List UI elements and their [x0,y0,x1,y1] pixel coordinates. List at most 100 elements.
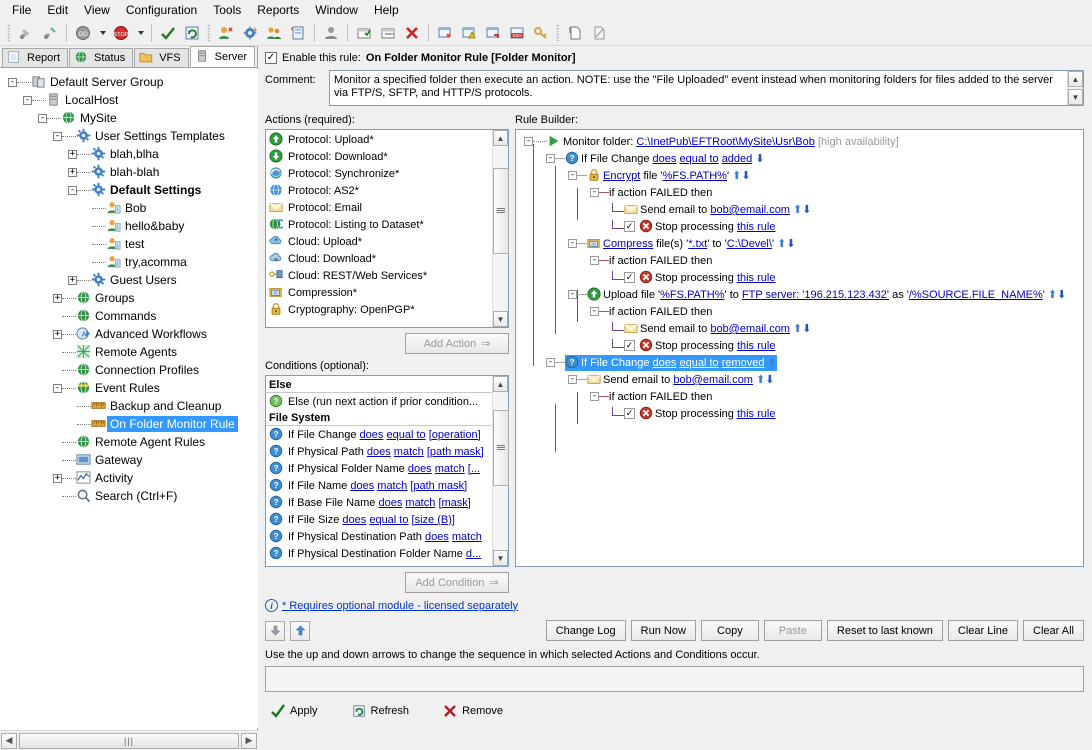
rule-builder-row[interactable]: -Monitor folder: C:\InetPub\EFTRoot\MySi… [516,133,1083,150]
menu-item-file[interactable]: File [4,1,39,19]
action-list-item[interactable]: Cloud: REST/Web Services* [266,267,492,284]
rule-expander-icon[interactable]: - [568,239,577,248]
rule-builder-row[interactable]: Send email to bob@email.com ⬆⬇ [516,320,1083,337]
action-list-item[interactable]: Compression* [266,284,492,301]
tree-horizontal-scrollbar[interactable]: ◀ ||| ▶ [0,730,258,750]
stop-dropdown[interactable] [134,22,146,44]
rule-builder-row[interactable]: -if action FAILED then [516,303,1083,320]
add-group-icon[interactable] [263,22,285,44]
check-icon[interactable] [157,22,179,44]
inline-link[interactable]: added [722,153,753,165]
add-user-icon[interactable] [215,22,237,44]
move-down-icon[interactable]: ⬇ [765,374,774,386]
conditions-scroll-down-icon[interactable]: ▼ [493,550,508,566]
conditions-scroll-up-icon[interactable]: ▲ [493,376,508,392]
action-list-item[interactable]: Protocol: Upload* [266,131,492,148]
move-up-icon[interactable]: ⬆ [768,357,777,369]
inline-link[interactable]: *.txt [688,238,707,250]
delete-icon[interactable] [401,22,423,44]
condition-list-item[interactable]: ?If File Change does equal to [operation… [266,426,492,443]
refresh-icon[interactable] [181,22,203,44]
sidebar-item-default-settings[interactable]: -Default Settings [0,181,258,199]
condition-list-item[interactable]: ?If Base File Name does match [mask] [266,494,492,511]
action-list-item[interactable]: Cloud: Upload* [266,233,492,250]
action-list-item[interactable]: Protocol: AS2* [266,182,492,199]
inline-link[interactable]: FTP server: '196.215.123.432' [742,289,889,301]
clear-all-button[interactable]: Clear All [1023,620,1084,641]
inline-link[interactable]: [size (B)] [412,514,455,526]
tree-expander-icon[interactable]: - [68,186,77,195]
inline-link[interactable]: match [435,463,465,475]
rule-row-content[interactable]: if action FAILED then [609,391,712,403]
action-list-item[interactable]: Protocol: Download* [266,148,492,165]
add-condition-button[interactable]: Add Condition ⇒ [405,572,509,593]
refresh-button[interactable]: Refresh [352,704,410,718]
conditions-scroll-thumb[interactable] [493,410,509,486]
license-note[interactable]: * Requires optional module - licensed se… [282,600,518,612]
move-up-icon[interactable]: ⬆ [756,374,765,386]
rule-builder-row[interactable]: - Encrypt file '%FS.PATH%' ⬆⬇ [516,167,1083,184]
sidebar-item-connection-profiles[interactable]: Connection Profiles [0,361,258,379]
comment-box[interactable]: Monitor a specified folder then execute … [329,70,1084,106]
inline-link[interactable]: C:\InetPub\EFTRoot\MySite\Usr\Bob [636,136,815,148]
stop-processing-checkbox[interactable]: ✓ [624,221,635,232]
rule-expander-icon[interactable]: - [590,256,599,265]
stop-processing-checkbox[interactable]: ✓ [624,272,635,283]
move-up-icon[interactable]: ⬆ [777,238,786,250]
inline-link[interactable]: match [452,531,482,543]
rule-row-content[interactable]: Compress file(s) '*.txt' to 'C:\Devel\' … [587,236,796,252]
scroll-left-button[interactable]: ◀ [1,733,17,749]
rule-builder-row[interactable]: -if action FAILED then [516,252,1083,269]
sidebar-item-event-rules[interactable]: -Event Rules [0,379,258,397]
rule-builder-row[interactable]: ✓Stop processing this rule [516,269,1083,286]
sidebar-item-blah-blah[interactable]: +blah-blah [0,163,258,181]
tree-expander-icon[interactable]: + [68,150,77,159]
rule-expander-icon[interactable]: - [546,358,555,367]
inline-link[interactable]: equal to [386,429,425,441]
tree-expander-icon[interactable]: + [53,474,62,483]
server-tree[interactable]: -Default Server Group-LocalHost-MySite-U… [0,69,258,728]
action-list-item[interactable]: Protocol: Synchronize* [266,165,492,182]
actions-list[interactable]: Protocol: Upload*Protocol: Download*Prot… [265,129,509,328]
inline-link[interactable]: does [408,463,432,475]
menu-item-window[interactable]: Window [307,1,366,19]
conditions-list[interactable]: Else?Else (run next action if prior cond… [265,375,509,567]
condition-list-item[interactable]: ?If Physical Folder Name does match [... [266,460,492,477]
inline-link[interactable]: /%SOURCE.FILE_NAME% [909,289,1043,301]
report-green-icon[interactable] [434,22,456,44]
toolbar-grip[interactable] [7,24,11,42]
key-icon[interactable] [530,22,552,44]
settings-template-icon[interactable] [239,22,261,44]
rule-expander-icon[interactable]: - [568,171,577,180]
menu-item-reports[interactable]: Reports [249,1,307,19]
rule-expander-icon[interactable]: - [568,375,577,384]
rule-expander-icon[interactable]: - [590,307,599,316]
action-list-item[interactable]: Protocol: Email [266,199,492,216]
rule-builder-row-selected[interactable]: -?If File Change does equal to removed ⬆ [516,354,1083,371]
move-down-icon[interactable]: ⬇ [1057,289,1066,301]
inline-link[interactable]: bob@email.com [673,374,753,386]
rule-row-content[interactable]: Encrypt file '%FS.PATH%' ⬆⬇ [587,168,751,184]
paste-button[interactable]: Paste [764,620,822,641]
actions-scroll-thumb[interactable] [493,168,509,254]
sidebar-item-commands[interactable]: Commands [0,307,258,325]
inline-link[interactable]: this rule [737,221,776,233]
folder-calendar-icon[interactable] [353,22,375,44]
inline-link[interactable]: [path mask] [410,480,467,492]
folder-open-icon[interactable] [377,22,399,44]
add-action-button[interactable]: Add Action ⇒ [405,333,509,354]
menu-item-view[interactable]: View [76,1,118,19]
rule-builder-row[interactable]: Send email to bob@email.com ⬆⬇ [516,201,1083,218]
inline-link[interactable]: %FS.PATH% [663,170,727,182]
menu-item-configuration[interactable]: Configuration [118,1,205,19]
condition-list-item[interactable]: ?If Physical Destination Folder Name d..… [266,545,492,562]
rule-builder-row[interactable]: ✓Stop processing this rule [516,405,1083,422]
sidebar-item-guest-users[interactable]: +Guest Users [0,271,258,289]
move-up-icon[interactable]: ⬆ [793,204,802,216]
inline-link[interactable]: does [342,514,366,526]
inline-link[interactable]: [path mask] [427,446,484,458]
tab-status[interactable]: Status [69,48,133,67]
rule-row-content[interactable]: Send email to bob@email.com ⬆⬇ [587,372,774,388]
inline-link[interactable]: [operation] [429,429,481,441]
sidebar-item-try-acomma[interactable]: itry,acomma [0,253,258,271]
